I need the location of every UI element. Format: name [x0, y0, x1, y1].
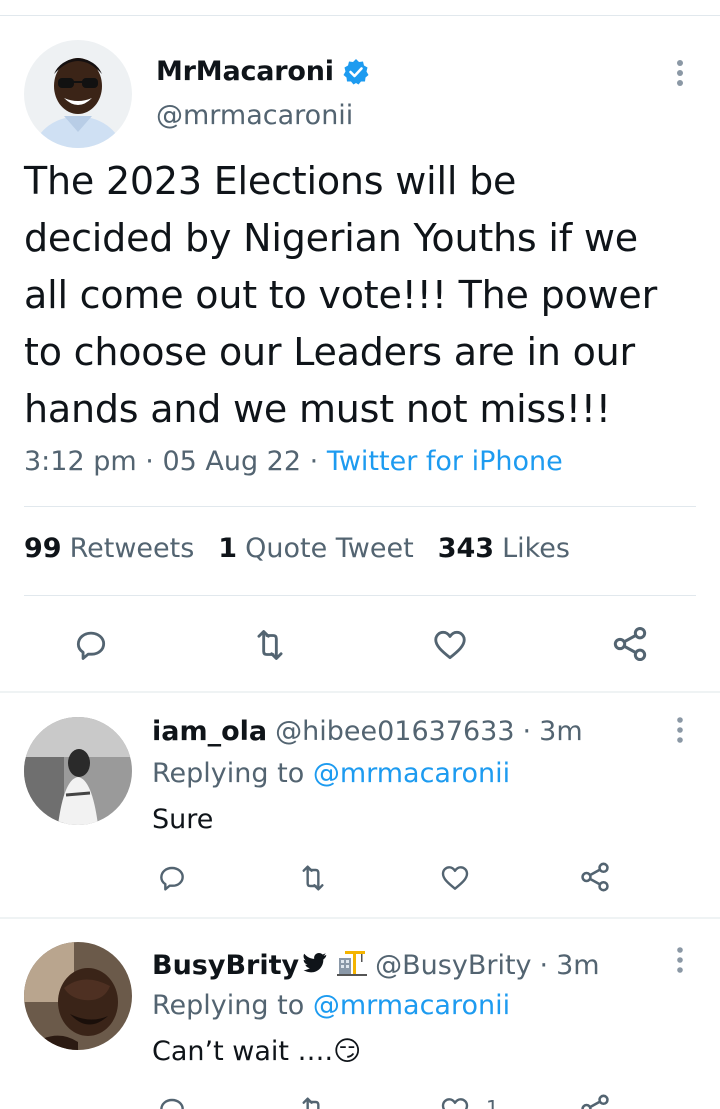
like-count: 1 [486, 1096, 499, 1109]
retweet-icon[interactable] [296, 1094, 330, 1109]
replying-to: Replying to @mrmacaronii [152, 990, 510, 1021]
author-handle[interactable]: @mrmacaronii [156, 100, 353, 131]
tweet-text: The 2023 Elections will be decided by Ni… [24, 153, 704, 438]
more-options-icon[interactable] [670, 946, 690, 974]
tweet-source-link[interactable]: Twitter for iPhone [327, 446, 563, 477]
reply-avatar[interactable] [24, 942, 132, 1050]
tweet-time[interactable]: 3:12 pm [24, 446, 137, 477]
author-avatar[interactable] [24, 40, 132, 148]
likes-stat[interactable]: 343 Likes [438, 533, 570, 564]
author-name-row: MrMacaroni [156, 56, 370, 87]
tweet-text-line: all come out to vote!!! The power [24, 273, 658, 317]
reply-divider [0, 691, 720, 693]
retweet-icon[interactable] [296, 862, 330, 894]
reply-separator: · [522, 716, 532, 747]
more-options-icon[interactable] [668, 58, 692, 88]
quotes-count: 1 [218, 533, 238, 564]
reply-text: Sure [152, 804, 214, 835]
reply-icon[interactable] [72, 626, 110, 664]
retweets-label: Retweets [69, 533, 195, 564]
retweets-count: 99 [24, 533, 62, 564]
like-icon[interactable] [430, 626, 470, 664]
reply-text: Can’t wait ….😏 [152, 1036, 362, 1067]
replying-to-mention[interactable]: @mrmacaronii [313, 990, 510, 1021]
stats-top-divider [24, 506, 696, 507]
quotes-stat[interactable]: 1 Quote Tweet [218, 533, 413, 564]
like-icon[interactable] [438, 1094, 472, 1109]
likes-label: Likes [502, 533, 570, 564]
reply-author-name[interactable]: BusyBrity [152, 950, 299, 981]
replying-to-mention[interactable]: @mrmacaronii [313, 758, 510, 789]
reply-author-handle[interactable]: @BusyBrity [375, 950, 531, 981]
tweet-text-line: The 2023 Elections will be [24, 159, 517, 203]
replying-to-prefix: Replying to [152, 758, 305, 789]
reply-time[interactable]: 3m [539, 716, 582, 747]
reply-author-handle[interactable]: @hibee01637633 [275, 716, 514, 747]
retweets-stat[interactable]: 99 Retweets [24, 533, 194, 564]
replying-to: Replying to @mrmacaronii [152, 758, 510, 789]
like-icon[interactable] [438, 862, 472, 894]
stats-bottom-divider [24, 595, 696, 596]
share-icon[interactable] [578, 860, 612, 894]
retweet-icon[interactable] [250, 626, 290, 664]
quotes-label: Quote Tweet [245, 533, 414, 564]
author-display-name[interactable]: MrMacaroni [156, 56, 334, 87]
more-options-icon[interactable] [670, 716, 690, 744]
reply-header: iam_ola @hibee01637633 · 3m [152, 716, 583, 747]
tweet-text-line: to choose our Leaders are in our [24, 330, 635, 374]
share-icon[interactable] [578, 1092, 612, 1109]
reply-author-name[interactable]: iam_ola [152, 716, 267, 747]
reply-icon[interactable] [156, 1094, 188, 1109]
tweet-date[interactable]: 05 Aug 22 [162, 446, 301, 477]
tweet-stats: 99 Retweets 1 Quote Tweet 343 Likes [24, 533, 570, 564]
reply-divider [0, 917, 720, 919]
meta-separator: · [309, 446, 319, 477]
replying-to-prefix: Replying to [152, 990, 305, 1021]
bird-badge-icon [303, 950, 327, 981]
tweet-text-line: hands and we must not miss!!! [24, 387, 611, 431]
reply-icon[interactable] [156, 862, 188, 894]
reply-header: BusyBrity @BusyBrity · 3m [152, 948, 600, 983]
meta-separator: · [145, 446, 154, 477]
reply-separator: · [539, 950, 549, 981]
top-divider [0, 15, 720, 16]
share-icon[interactable] [610, 624, 650, 664]
tweet-meta: 3:12 pm · 05 Aug 22 · Twitter for iPhone [24, 446, 563, 477]
reply-avatar[interactable] [24, 717, 132, 825]
likes-count: 343 [437, 533, 495, 564]
tweet-text-line: decided by Nigerian Youths if we [24, 216, 638, 260]
reply-time[interactable]: 3m [556, 950, 599, 981]
verified-badge-icon [342, 58, 370, 86]
construction-badge-icon [337, 948, 368, 983]
